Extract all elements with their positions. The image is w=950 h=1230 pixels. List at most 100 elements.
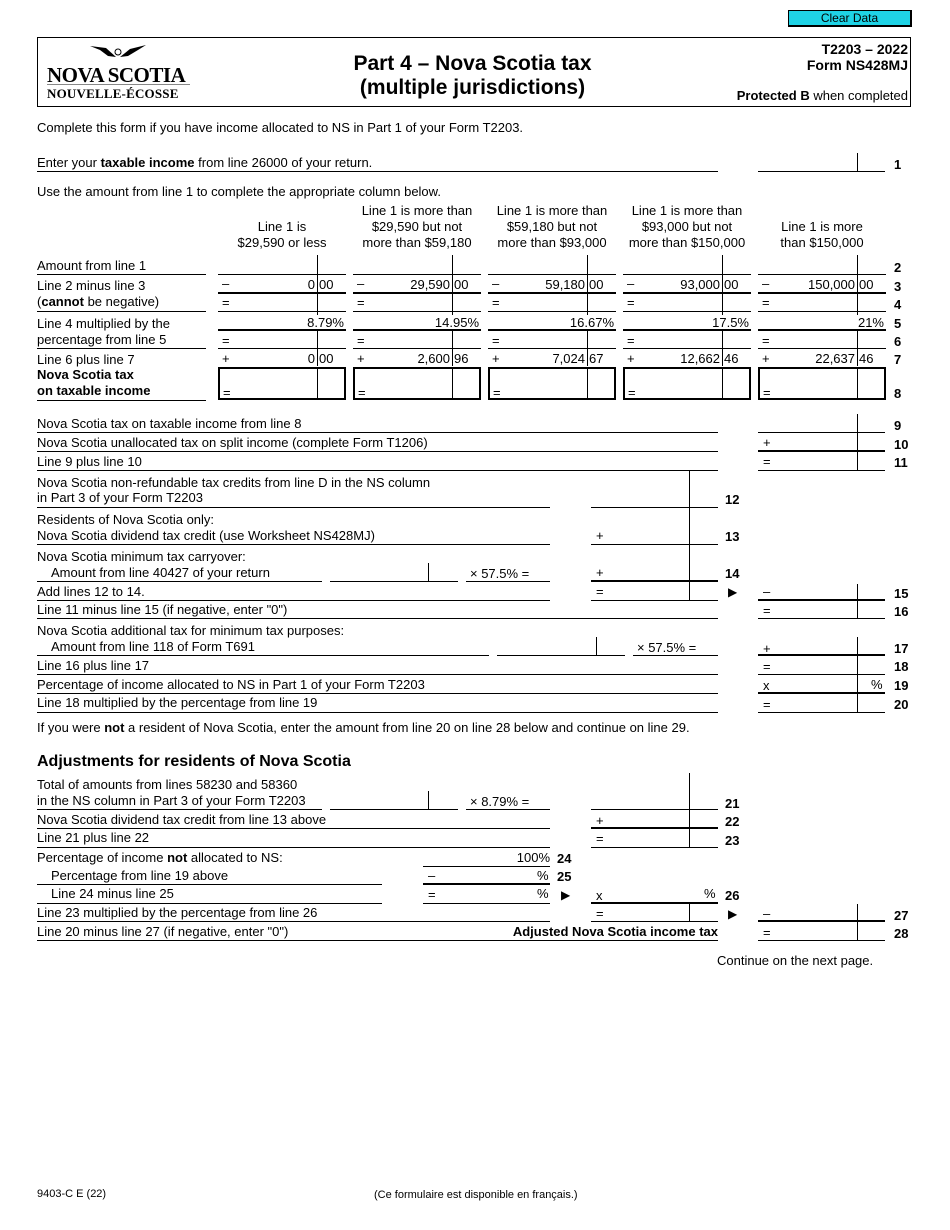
row6-rule: [37, 348, 206, 349]
line21-amount-input[interactable]: [330, 791, 458, 809]
line-number-28: 28: [894, 926, 909, 941]
line10-input[interactable]: [758, 433, 885, 451]
line18-rule: [37, 674, 718, 675]
line14-amount-input[interactable]: [330, 563, 458, 581]
column4-line6-input[interactable]: [623, 331, 751, 348]
column4-line4-input[interactable]: [623, 293, 751, 311]
line20-input[interactable]: [758, 694, 885, 712]
line15-rule: [37, 600, 550, 601]
column2-line8-cents-divider: [452, 368, 453, 400]
line23-rule: [37, 847, 550, 848]
column3-line6-input[interactable]: [488, 331, 616, 348]
line17-rate: × 57.5% =: [637, 640, 697, 655]
line17-amount-input[interactable]: [497, 637, 625, 655]
column3-line3-cents: 00: [589, 277, 604, 292]
line27-input[interactable]: [758, 904, 885, 921]
line25-percentage-input[interactable]: [423, 867, 550, 884]
line13-input[interactable]: [591, 525, 718, 544]
line14-input[interactable]: [591, 562, 718, 581]
column1-line6-input[interactable]: [218, 331, 346, 348]
line20-label: Line 18 multiplied by the percentage fro…: [37, 695, 318, 710]
line-number-15: 15: [894, 586, 909, 601]
column2-line8-tax-input[interactable]: [353, 367, 481, 400]
column5-line8-tax-input[interactable]: [758, 367, 886, 400]
line15-subtotal-rule: [591, 600, 718, 601]
line17-label-2: Amount from line 118 of Form T691: [51, 639, 256, 654]
line23-input-rule: [591, 847, 718, 848]
logo-divider: [47, 84, 190, 85]
percent-sign: %: [537, 886, 549, 901]
line16-input[interactable]: [758, 601, 885, 618]
column4-line2-input[interactable]: [623, 256, 751, 274]
columns-intro: Use the amount from line 1 to complete t…: [37, 184, 441, 199]
row6-label: percentage from line 5: [37, 332, 167, 347]
line21-rate-rule: [466, 809, 550, 810]
line22-input[interactable]: [591, 810, 718, 828]
line21-input[interactable]: [591, 791, 718, 809]
line-number-19: 19: [894, 678, 909, 693]
line11-input-rule: [758, 470, 885, 471]
line-number-7: 7: [894, 352, 902, 367]
line11-input[interactable]: [758, 452, 885, 470]
line1-taxable-income-input[interactable]: [758, 153, 885, 172]
line-number-14: 14: [725, 566, 740, 581]
column5-line3-cents: 00: [859, 277, 874, 292]
line-number-9: 9: [894, 418, 902, 433]
line15-subtotal-input[interactable]: [591, 582, 718, 600]
line-number-26: 26: [725, 888, 740, 903]
adjusted-ns-income-tax-label: Adjusted Nova Scotia income tax: [512, 924, 718, 939]
column4-line3-dollars: 93,000: [680, 277, 720, 292]
column5-line7-cents: 46: [859, 351, 874, 366]
line23-input[interactable]: [591, 829, 718, 847]
line12-input[interactable]: [591, 488, 718, 507]
column3-line7-dollars: 7,024: [552, 351, 585, 366]
column5-line2-input[interactable]: [758, 256, 886, 274]
column1-line5-rate: 8.79%: [218, 315, 344, 330]
column3-line2-input[interactable]: [488, 256, 616, 274]
clear-data-button[interactable]: Clear Data: [788, 10, 912, 27]
column1-line8-tax-input[interactable]: [218, 367, 346, 400]
column5-line6-input[interactable]: [758, 331, 886, 348]
column2-line7-cents: 96: [454, 351, 469, 366]
column2-line4-input[interactable]: [353, 293, 481, 311]
line9-input[interactable]: [758, 414, 885, 432]
column1-line3-dollars: 0: [307, 277, 315, 292]
column4-line6-rule: [623, 348, 751, 349]
line25-label-rule: [37, 884, 382, 885]
line-number-25: 25: [557, 869, 572, 884]
line17-cents-divider: [596, 637, 597, 655]
line24-value: 100%: [516, 850, 550, 865]
column1-line3-cents: 00: [319, 277, 334, 292]
line-number-3: 3: [894, 279, 902, 294]
line12-input-rule: [591, 507, 718, 508]
line17-input[interactable]: [758, 637, 885, 655]
line22-rule: [37, 828, 550, 829]
line15-input[interactable]: [758, 582, 885, 600]
line-number-16: 16: [894, 604, 909, 619]
column2-line2-input[interactable]: [353, 256, 481, 274]
column3-line5-rate: 16.67%: [488, 315, 614, 330]
line18-input[interactable]: [758, 656, 885, 674]
equals-sign: =: [223, 385, 231, 400]
column1-line2-input[interactable]: [218, 256, 346, 274]
line28-adjusted-tax-input[interactable]: [758, 922, 885, 940]
line26-result-input[interactable]: [591, 885, 718, 903]
line19-percentage-input[interactable]: [758, 675, 885, 693]
line-number-27: 27: [894, 908, 909, 923]
line10-label: Nova Scotia unallocated tax on split inc…: [37, 435, 428, 450]
arrow-right-icon: ▶: [728, 907, 738, 921]
line28-input-rule: [758, 940, 885, 941]
line21-label-rule: [37, 809, 322, 810]
line26-percentage-input[interactable]: [423, 885, 550, 903]
column2-line6-input[interactable]: [353, 331, 481, 348]
column4-line8-tax-input[interactable]: [623, 367, 751, 400]
line27-subtotal-input[interactable]: [591, 904, 718, 921]
line-number-10: 10: [894, 437, 909, 452]
column5-line4-input[interactable]: [758, 293, 886, 311]
row2-label: Amount from line 1: [37, 258, 147, 273]
equals-sign: =: [493, 385, 501, 400]
column3-line8-tax-input[interactable]: [488, 367, 616, 400]
line1-rule: [37, 171, 718, 172]
column1-line4-input[interactable]: [218, 293, 346, 311]
column3-line4-input[interactable]: [488, 293, 616, 311]
